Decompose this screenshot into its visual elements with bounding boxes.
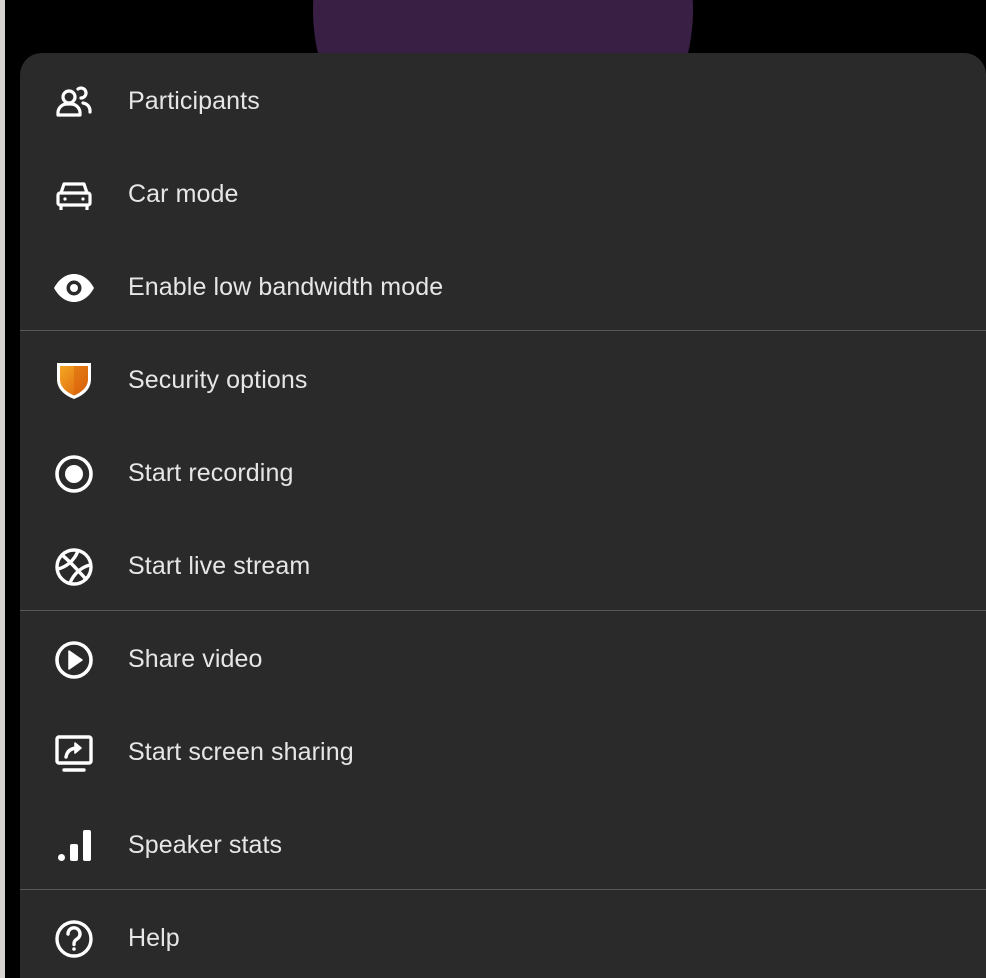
menu-item-label: Car mode [128,180,239,208]
globe-icon [52,545,96,589]
menu-item-share-video[interactable]: Share video [20,613,986,706]
menu-item-low-bandwidth[interactable]: Enable low bandwidth mode [20,241,986,334]
menu-item-start-live-stream[interactable]: Start live stream [20,520,986,613]
menu-divider [20,889,986,890]
screen-share-icon [52,731,96,775]
help-icon [52,917,96,961]
menu-divider [20,330,986,331]
menu-item-label: Speaker stats [128,831,283,859]
overflow-menu-sheet: Participants Car mode Enable low bandwid… [20,53,986,978]
menu-item-label: Share video [128,645,263,673]
play-circle-icon [52,638,96,682]
menu-divider [20,610,986,611]
menu-item-label: Start screen sharing [128,738,354,766]
menu-item-security-options[interactable]: Security options [20,334,986,427]
menu-item-start-screen-sharing[interactable]: Start screen sharing [20,706,986,799]
menu-item-label: Enable low bandwidth mode [128,273,444,301]
menu-item-label: Start recording [128,459,294,487]
record-icon [52,452,96,496]
menu-item-label: Start live stream [128,552,311,580]
screen: Participants Car mode Enable low bandwid… [0,0,986,978]
menu-item-start-recording[interactable]: Start recording [20,427,986,520]
menu-item-help[interactable]: Help [20,892,986,978]
menu-item-car-mode[interactable]: Car mode [20,148,986,241]
menu-item-participants[interactable]: Participants [20,55,986,148]
shield-icon [52,359,96,403]
window-edge [0,0,5,978]
participants-icon [52,80,96,124]
menu-item-label: Help [128,924,180,952]
menu-item-label: Participants [128,87,260,115]
bar-chart-icon [52,824,96,868]
car-icon [52,173,96,217]
eye-icon [52,266,96,310]
menu-item-speaker-stats[interactable]: Speaker stats [20,799,986,892]
menu-item-label: Security options [128,366,308,394]
